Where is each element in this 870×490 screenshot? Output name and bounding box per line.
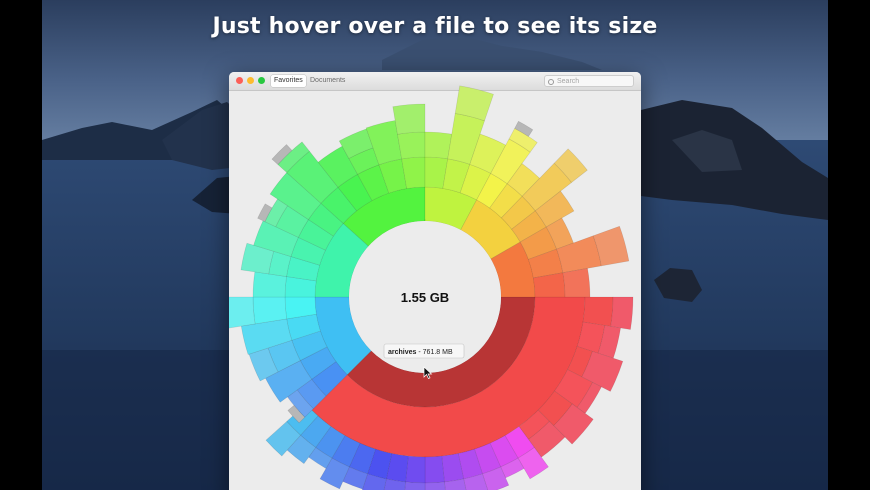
segment-subfolder-l4[interactable] [229,296,256,329]
segment-subfolder-l3[interactable] [424,131,453,160]
hover-tooltip: archives - 761.8 MB [383,343,465,359]
segment-subfolder-l3[interactable] [252,296,288,325]
segment-archives-child[interactable] [424,455,445,484]
segment-subfolder-l4[interactable] [392,103,426,135]
screenshot: Just hover over a file to see its size F… [0,0,870,490]
segment-archives-l3[interactable] [582,296,614,327]
disk-usage-sunburst[interactable]: 1.55 GB archives - 761.8 MB [229,72,641,490]
segment-archives-child[interactable] [405,455,426,484]
headline: Just hover over a file to see its size [212,14,658,39]
segment-archives-grandchild[interactable] [424,481,447,490]
segment-subfolder-l3[interactable] [562,268,591,298]
svg-text:archives - 761.8 MB: archives - 761.8 MB [388,349,453,356]
app-window: Favorites Documents Search 1.55 GB archi… [229,72,641,490]
segment-archives-l4[interactable] [610,296,634,330]
total-size-label: 1.55 GB [401,290,449,305]
letterbox-left [0,0,42,490]
tooltip-name: archives [388,349,417,356]
letterbox-right [828,0,870,490]
segment-archives-grandchild[interactable] [404,481,426,490]
tooltip-size: 761.8 MB [423,349,453,356]
segment-subfolder-l3[interactable] [397,131,426,160]
